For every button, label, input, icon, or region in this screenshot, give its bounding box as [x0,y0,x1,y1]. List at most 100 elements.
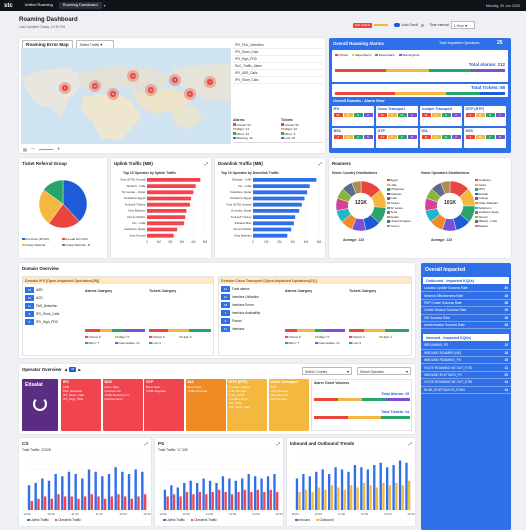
bar[interactable] [253,476,257,510]
error-type-item[interactable]: IPX_High_PDD [233,56,323,63]
map-marker[interactable]: 11 [107,88,119,100]
bar[interactable] [54,474,57,510]
bar[interactable] [317,487,321,511]
bar[interactable] [47,480,51,510]
refresh-icon[interactable]: ⟳ [421,23,424,28]
bar[interactable] [94,471,97,510]
bar[interactable] [253,209,300,213]
bar[interactable] [243,489,247,510]
domain-metric-item[interactable]: 7 Interface Availability [221,310,283,316]
bar[interactable] [114,467,117,510]
bar[interactable] [147,209,187,213]
bar[interactable] [276,492,279,510]
country-select[interactable]: Select Country ▾ [302,367,352,375]
bar[interactable] [350,485,353,510]
bar[interactable] [103,498,107,510]
bar[interactable] [234,480,237,510]
bar[interactable] [57,494,60,510]
bar[interactable] [256,489,260,510]
tab-unified-roaming[interactable]: Unified Roaming [21,2,57,9]
bar[interactable] [137,496,140,511]
bar[interactable] [110,496,113,511]
map-marker[interactable]: 9 [184,88,196,100]
bar[interactable] [369,485,372,510]
bar[interactable] [353,465,357,510]
kqi-row[interactable]: PDP Create Success Rate 26 [421,300,511,308]
bar[interactable] [87,469,91,511]
kqi-row[interactable]: VOLTE ROAMING NE OUT_KTIS 14 [421,379,511,387]
home-operator-donut[interactable] [424,180,476,232]
home-country-donut[interactable] [335,180,387,232]
bar[interactable] [392,465,395,510]
bar[interactable] [266,476,270,510]
bar[interactable] [147,227,178,232]
domain-tile[interactable]: DIA 8 4 11 2 [420,128,462,148]
bar[interactable] [253,215,296,219]
bar[interactable] [147,202,190,207]
bar[interactable] [330,485,334,510]
error-type-item[interactable]: IPX_Short_Calls [233,49,323,56]
domain-tile[interactable]: BSS 4 12 3 9 [332,128,374,148]
expand-icon[interactable]: ⤢ [145,441,148,446]
bar[interactable] [253,233,288,238]
bar[interactable] [27,485,31,510]
bar[interactable] [189,480,192,510]
bar[interactable] [70,496,73,511]
ticket-referral-pie[interactable] [37,178,89,230]
map-marker[interactable]: 7 [204,76,216,88]
bar[interactable] [253,184,310,188]
bar[interactable] [241,478,244,511]
bar[interactable] [141,471,144,510]
bar[interactable] [356,487,359,511]
world-map[interactable] [21,48,231,144]
domain-metric-item[interactable]: 11 FAS_Detection [25,303,81,309]
error-type-item[interactable]: IPX_Short_Calls [233,77,323,84]
kqi-row[interactable]: ISD Success Rate 16 [421,315,511,322]
bar[interactable] [395,483,398,510]
zoom-bar[interactable] [38,148,53,150]
bar[interactable] [401,485,404,510]
zoom-out-icon[interactable]: － [31,146,35,152]
bar[interactable] [205,494,208,510]
domain-tile[interactable]: HSS 3 13 2 8 [464,128,506,148]
bar[interactable] [185,492,189,510]
bar[interactable] [147,196,192,201]
kqi-row[interactable]: Create Session Success Rate 19 [421,307,511,315]
bar[interactable] [253,227,292,232]
bar[interactable] [221,476,225,510]
inout-bar-chart[interactable]: 10:00 10:30 11:00 11:30 12:00 12:30 [287,452,415,516]
kqi-row[interactable]: IBROAMING_PS 12 [421,342,511,350]
bar[interactable] [134,469,137,511]
bar[interactable] [208,480,212,510]
bar[interactable] [228,478,231,511]
expand-icon[interactable]: ⤢ [277,441,280,446]
downlink-bar-chart[interactable]: 0 1M 2M 3M 4M 5M Etisalat - UAE Du - UAE Vodafon… [215,175,325,257]
bar[interactable] [107,474,111,510]
bar[interactable] [50,498,53,510]
bar[interactable] [147,233,174,238]
bar[interactable] [388,485,392,510]
bar[interactable] [202,478,205,511]
bar[interactable] [117,494,120,510]
bar[interactable] [295,478,299,511]
bar[interactable] [127,474,131,510]
bar[interactable] [298,492,301,510]
domain-metric-item[interactable]: 10 Interface [221,326,283,332]
bar[interactable] [192,494,195,510]
map-marker[interactable]: 13 [89,80,101,92]
bar[interactable] [263,492,266,510]
ps-bar-chart[interactable]: 10:00 10:30 11:00 11:30 12:00 12:30 [155,452,283,516]
kqi-row[interactable]: INBOUND ROAMING_PS 16 [421,357,511,365]
kqi-row[interactable]: Location Update Success Rate 30 [421,285,511,293]
bar[interactable] [321,469,324,511]
bar[interactable] [253,202,302,207]
bar[interactable] [379,462,382,510]
bar[interactable] [74,474,77,510]
expand-icon[interactable]: ⤢ [205,161,208,166]
bar[interactable] [247,474,250,510]
bar[interactable] [77,498,80,510]
bar[interactable] [166,496,169,511]
bar[interactable] [218,489,221,510]
bar[interactable] [224,492,227,510]
domain-metric-item[interactable]: 18 Interface Errors [221,302,283,308]
